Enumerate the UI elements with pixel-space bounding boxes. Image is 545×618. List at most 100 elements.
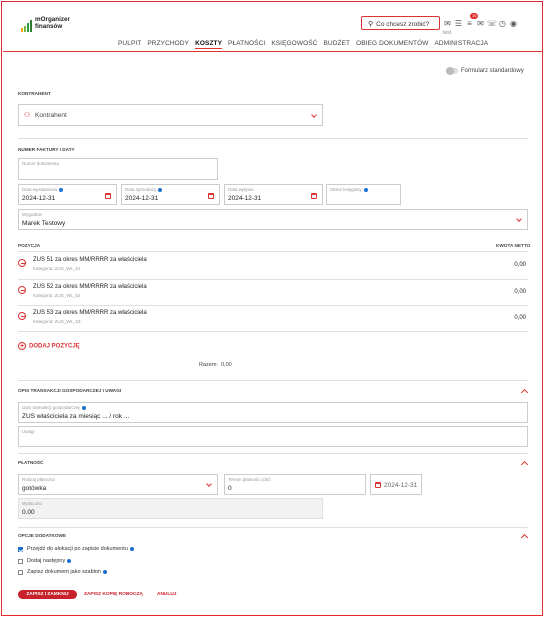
position-category: Kategoria: ZUS_WŁ_53: [33, 319, 81, 324]
position-title: ZUS 52 za okres MM/RRRR za właściciela: [33, 284, 147, 290]
menu-icon[interactable]: ≡: [465, 19, 474, 28]
checkbox-add-next[interactable]: [18, 559, 23, 564]
help-icon[interactable]: [59, 187, 64, 192]
divider: [18, 279, 528, 280]
payment-term-field[interactable]: Termin płatności (dni) 0: [224, 474, 366, 495]
clock-icon[interactable]: ◷: [498, 19, 507, 28]
remove-icon[interactable]: [18, 312, 26, 320]
section-description: OPIS TRANSAKCJI GOSPODARCZEJ I UWAGI: [18, 388, 122, 393]
nav-przychody[interactable]: PRZYCHODY: [147, 40, 189, 49]
description-field[interactable]: Opis transakcji gospodarczej ZUS właścic…: [18, 402, 528, 423]
amount-header: KWOTA NETTO: [496, 243, 531, 248]
seller-label: Wygodnie: [22, 212, 42, 217]
seller-value: Marek Testowy: [22, 220, 66, 227]
seller-select[interactable]: Wygodnie Marek Testowy: [18, 209, 528, 230]
nav-obieg-dokumentow[interactable]: OBIEG DOKUMENTÓW: [356, 40, 428, 49]
help-icon[interactable]: [81, 405, 86, 410]
payment-method-select[interactable]: Rodzaj płatności gotówka: [18, 474, 218, 495]
save-draft-button[interactable]: ZAPISZ KOPIĘ ROBOCZĄ: [84, 592, 143, 597]
total-label: Razem:: [199, 362, 218, 368]
kontrahent-placeholder: Kontrahent: [35, 112, 67, 119]
checkbox-add-next-label: Dodaj następny: [27, 558, 72, 564]
position-amount[interactable]: 0,00: [514, 262, 526, 268]
notes-field[interactable]: Uwagi: [18, 426, 528, 447]
position-category: Kategoria: ZUS_WŁ_51: [33, 266, 81, 271]
booking-period-field[interactable]: Okres księgowy: [326, 184, 401, 205]
calendar-icon[interactable]: [105, 193, 111, 199]
date-issue-field[interactable]: Data wystawienia 2024-12-31: [18, 184, 117, 205]
nav-administracja[interactable]: ADMINISTRACJA: [434, 40, 488, 49]
help-icon[interactable]: [363, 187, 368, 192]
remove-icon[interactable]: [18, 259, 26, 267]
nav-koszty[interactable]: KOSZTY: [195, 40, 223, 49]
position-amount[interactable]: 0,00: [514, 289, 526, 295]
chevron-down-icon: [311, 112, 317, 118]
date-receipt-value: 2024-12-31: [228, 195, 262, 202]
divider: [18, 331, 528, 332]
header-icons: ✉ ☰ ≡ ✉ ☏ ◷ ◉: [443, 19, 518, 28]
date-sale-label: Data sprzedaży: [125, 187, 163, 192]
logo-text[interactable]: mOrganizer finansów: [35, 16, 70, 30]
paid-field: Wpłacono 0.00: [18, 498, 323, 519]
checkbox-allocation[interactable]: [18, 547, 23, 552]
help-icon[interactable]: [67, 558, 72, 563]
calendar-icon[interactable]: [375, 482, 381, 488]
search-button[interactable]: ⚲ Co chcesz zrobić?: [361, 16, 440, 30]
help-icon[interactable]: [129, 546, 134, 551]
section-options: OPCJE DODATKOWE: [18, 533, 67, 538]
section-payment: PŁATNOŚĆ: [18, 460, 44, 465]
divider: [18, 453, 528, 454]
divider: [18, 527, 528, 528]
payment-term-label: Termin płatności (dni): [228, 477, 271, 482]
position-amount[interactable]: 0,00: [514, 315, 526, 321]
nav-divider: [3, 51, 542, 52]
remove-icon[interactable]: [18, 286, 26, 294]
date-receipt-label: Data wpływu: [228, 187, 254, 192]
checkbox-allocation-label: Przejdź do alokacji po zapisie dokumentu: [27, 546, 134, 552]
document-number-field[interactable]: Numer dokumentu: [18, 158, 218, 180]
chevron-down-icon: [206, 481, 212, 487]
add-position-label: DODAJ POZYCJĘ: [29, 343, 80, 350]
logo-line2: finansów: [35, 23, 63, 30]
phone-icon[interactable]: ☏: [487, 19, 497, 28]
calendar-icon[interactable]: [208, 193, 214, 199]
payment-method-value: gotówka: [22, 485, 47, 492]
user-name[interactable]: test: [443, 30, 451, 36]
calendar-icon[interactable]: [311, 193, 317, 199]
notes-label: Uwagi: [22, 429, 35, 434]
divider: [18, 138, 528, 139]
list-icon[interactable]: ☰: [454, 19, 463, 28]
search-icon: ⚲: [368, 21, 374, 28]
nav-ksiegowosc[interactable]: KSIĘGOWOŚĆ: [271, 40, 317, 49]
divider: [18, 305, 528, 306]
divider: [18, 251, 528, 252]
nav-platnosci[interactable]: PŁATNOŚCI: [228, 40, 265, 49]
mail-icon[interactable]: ✉: [476, 19, 485, 28]
date-receipt-field[interactable]: Data wpływu 2024-12-31: [224, 184, 323, 205]
divider: [18, 380, 528, 381]
help-icon[interactable]: [158, 187, 163, 192]
kontrahent-select[interactable]: ⚇ Kontrahent: [18, 104, 323, 126]
cancel-button[interactable]: ANULUJ: [157, 592, 176, 597]
description-value: ZUS właściciela za miesiąc ... / rok ...: [22, 413, 130, 420]
help-icon[interactable]: [102, 569, 107, 574]
form-mode-toggle[interactable]: [446, 67, 458, 75]
nav-budzet[interactable]: BUDŻET: [323, 40, 350, 49]
position-title: ZUS 53 za okres MM/RRRR za właściciela: [33, 310, 147, 316]
chat-icon[interactable]: ✉: [443, 19, 452, 28]
add-position-button[interactable]: + DODAJ POZYCJĘ: [18, 342, 80, 350]
plus-icon: +: [18, 342, 26, 350]
total-value: 0,00: [221, 362, 232, 368]
date-sale-field[interactable]: Data sprzedaży 2024-12-31: [121, 184, 220, 205]
description-label: Opis transakcji gospodarczej: [22, 405, 86, 410]
position-title: ZUS 51 za okres MM/RRRR za właściciela: [33, 257, 147, 263]
save-close-button[interactable]: ZAPISZ I ZAMKNIJ: [18, 590, 77, 599]
nav-pulpit[interactable]: PULPIT: [118, 40, 141, 49]
paid-label: Wpłacono: [22, 501, 43, 506]
due-date-field[interactable]: 2024-12-31: [370, 474, 422, 495]
user-icon[interactable]: ◉: [509, 19, 518, 28]
payment-term-value: 0: [228, 485, 232, 492]
date-issue-label: Data wystawienia: [22, 187, 64, 192]
checkbox-template-label: Zapisz dokument jako szablon: [27, 569, 107, 575]
checkbox-template[interactable]: [18, 570, 23, 575]
